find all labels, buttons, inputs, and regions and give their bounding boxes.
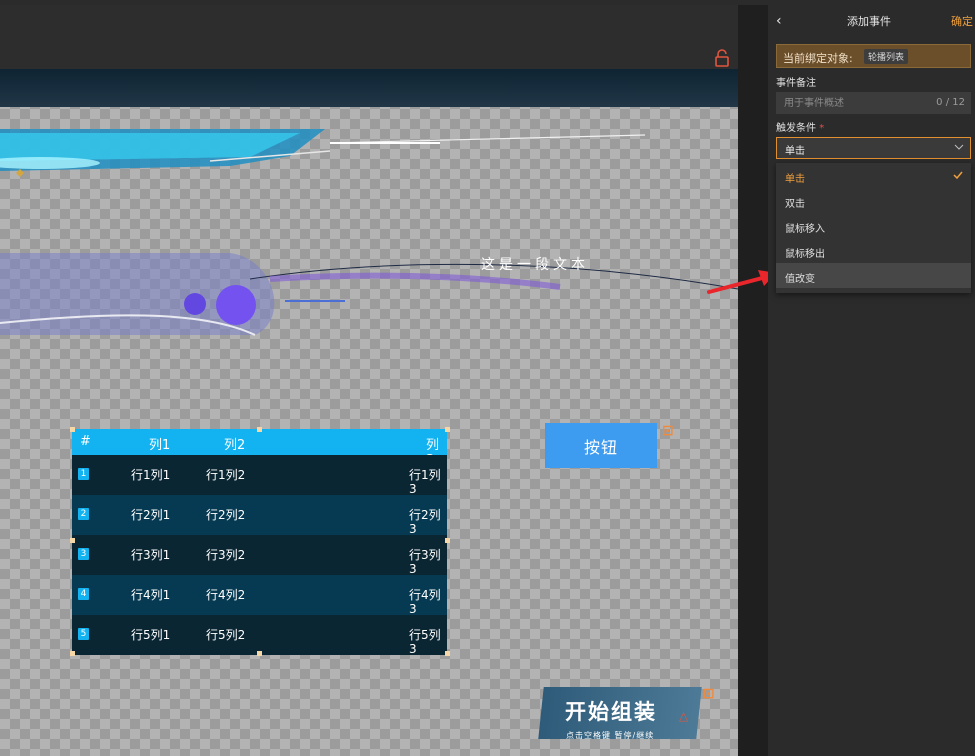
table-row: 2 行2列1 行2列2 行2列3	[72, 495, 447, 536]
trigger-dropdown: 单击 双击 鼠标移入 鼠标移出 值改变	[776, 163, 971, 293]
table-cell-col3: 行1列3	[409, 468, 441, 496]
option-mouse-leave[interactable]: 鼠标移出	[776, 238, 971, 263]
row-index-badge: 3	[78, 548, 89, 560]
resize-handle[interactable]	[445, 427, 450, 432]
option-double-click[interactable]: 双击	[776, 188, 971, 213]
option-click[interactable]: 单击	[776, 163, 971, 188]
bound-object-tag: 轮播列表	[864, 49, 909, 64]
hud-wing-top	[0, 129, 646, 177]
widget-marker-icon: ⊡	[662, 423, 674, 439]
resize-handle[interactable]	[70, 538, 75, 543]
resize-handle[interactable]	[445, 651, 450, 656]
text-widget[interactable]: 这是一段文本	[481, 254, 589, 274]
header-index: #	[80, 434, 91, 449]
option-label: 单击	[785, 174, 805, 185]
confirm-button[interactable]: 确定	[951, 13, 973, 29]
table-cell-col2: 行1列2	[206, 468, 246, 482]
table-cell-col1: 行1列1	[131, 468, 171, 482]
table-header: # 列1 列2 列3	[72, 429, 447, 468]
carousel-table[interactable]: # 列1 列2 列3 1 行1列1 行1列2 行1列3 2 行2列1 行2列2 行2列3 3 行3…	[70, 427, 450, 656]
note-char-count: 0 / 12	[936, 97, 965, 108]
option-label: 值改变	[785, 274, 815, 285]
widget-marker-icon: ⊡	[703, 686, 715, 702]
table-cell-col2: 行3列2	[206, 548, 246, 562]
hud-wing-middle	[0, 253, 738, 336]
bound-object-bar: 当前绑定对象: 轮播列表	[776, 44, 971, 68]
event-panel: ‹ 添加事件 确定 当前绑定对象: 轮播列表 事件备注 0 / 12 触发条件 …	[768, 5, 975, 756]
required-mark: *	[819, 123, 825, 134]
table-cell-col1: 行3列1	[131, 548, 171, 562]
table-row: 5 行5列1 行5列2 行5列3	[72, 615, 447, 656]
trigger-select[interactable]: 单击	[776, 137, 971, 159]
row-index-badge: 4	[78, 588, 89, 600]
table-cell-col2: 行5列2	[206, 628, 246, 642]
table-cell-col3: 行2列3	[409, 508, 441, 536]
panel-header: ‹ 添加事件 确定	[768, 5, 975, 35]
table-cell-col2: 行2列2	[206, 508, 246, 522]
option-mouse-enter[interactable]: 鼠标移入	[776, 213, 971, 238]
trigger-select-value: 单击	[785, 146, 805, 157]
row-index-badge: 2	[78, 508, 89, 520]
table-cell-col2: 行4列2	[206, 588, 246, 602]
note-label: 事件备注	[776, 78, 816, 89]
resize-handle[interactable]	[257, 427, 262, 432]
chevron-down-icon	[954, 144, 964, 150]
header-col2: 列2	[224, 438, 246, 453]
button-widget[interactable]: 按钮	[545, 423, 657, 468]
editor-canvas[interactable]: 这是一段文本 # 列1 列2 列3 1 行1列1 行1列2 行1列3 2 行2列1 行2列2…	[0, 5, 738, 756]
option-label: 鼠标移入	[785, 224, 825, 235]
resize-handle[interactable]	[445, 538, 450, 543]
assemble-title: 开始组装	[565, 700, 657, 724]
trigger-label: 触发条件 *	[776, 119, 824, 134]
table-row: 1 行1列1 行1列2 行1列3	[72, 455, 447, 496]
note-field[interactable]: 0 / 12	[776, 92, 971, 114]
table-cell-col1: 行2列1	[131, 508, 171, 522]
check-icon	[953, 171, 963, 179]
panel-title: 添加事件	[847, 15, 891, 28]
table-row: 4 行4列1 行4列2 行4列3	[72, 575, 447, 616]
lock-icon[interactable]	[714, 49, 730, 67]
table-cell-col1: 行4列1	[131, 588, 171, 602]
assemble-subtitle: 点击空格键 暂停/继续	[566, 731, 655, 740]
option-value-change[interactable]: 值改变	[776, 263, 971, 288]
resize-handle[interactable]	[257, 651, 262, 656]
note-input[interactable]	[776, 92, 942, 114]
option-label: 双击	[785, 199, 805, 210]
resize-handle[interactable]	[70, 427, 75, 432]
canvas-toolbar	[0, 5, 738, 37]
table-row: 3 行3列1 行3列2 行3列3	[72, 535, 447, 576]
lock-icon-small: △	[679, 709, 689, 723]
stage-header-band	[0, 69, 738, 107]
resize-handle[interactable]	[70, 651, 75, 656]
row-index-badge: 1	[78, 468, 89, 480]
table-cell-col1: 行5列1	[131, 628, 171, 642]
trigger-label-text: 触发条件	[776, 123, 816, 134]
header-col1: 列1	[149, 438, 171, 453]
table-cell-col3: 行3列3	[409, 548, 441, 576]
bound-object-label: 当前绑定对象:	[783, 52, 853, 65]
table-cell-col3: 行4列3	[409, 588, 441, 616]
option-label: 鼠标移出	[785, 249, 825, 260]
table-cell-col3: 行5列3	[409, 628, 441, 656]
back-icon[interactable]: ‹	[776, 13, 786, 29]
row-index-badge: 5	[78, 628, 89, 640]
